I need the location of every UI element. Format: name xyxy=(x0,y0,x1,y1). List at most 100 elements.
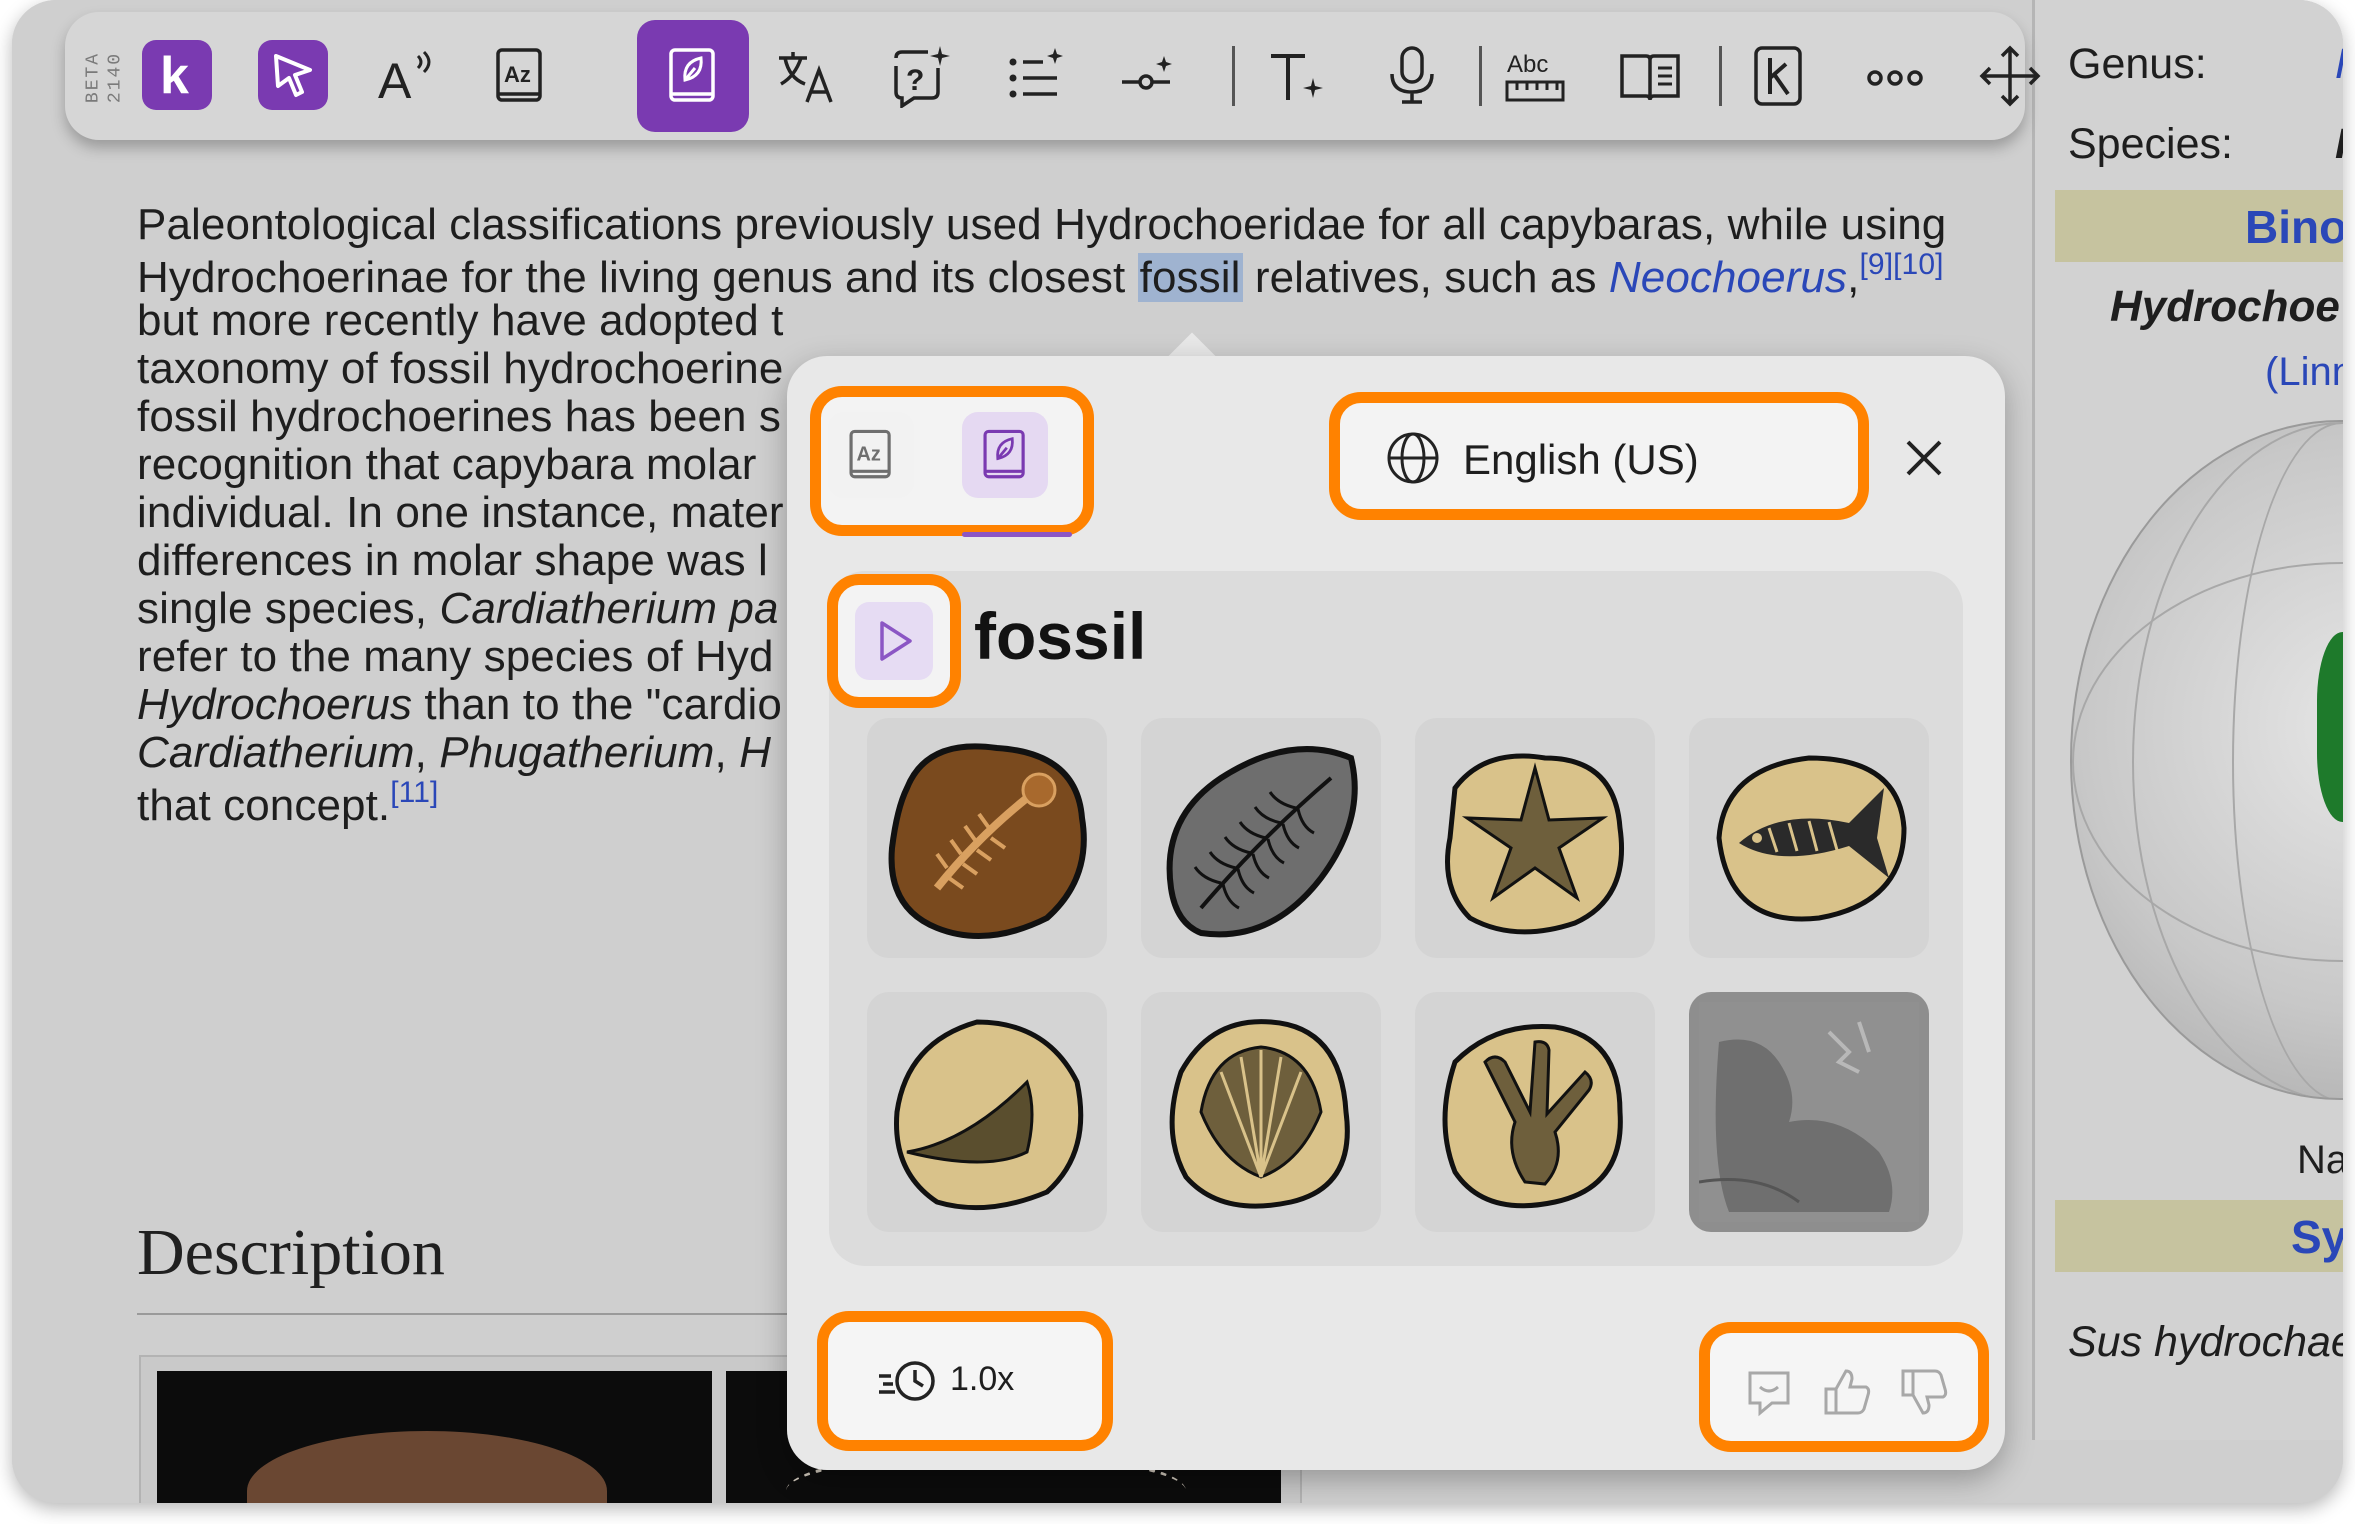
article-line: fossil hydrochoerines has been s xyxy=(137,392,781,442)
article-line: but more recently have adopted t xyxy=(137,296,784,346)
thumbs-up-icon[interactable] xyxy=(1820,1365,1874,1419)
binomial-band-label[interactable]: Bino xyxy=(2245,200,2343,254)
node-sparkle-icon[interactable] xyxy=(1110,36,1190,116)
svg-text:Az: Az xyxy=(857,443,881,465)
svg-text:A: A xyxy=(378,53,412,108)
picture-dictionary-icon[interactable] xyxy=(653,36,733,116)
list-sparkle-icon[interactable] xyxy=(995,36,1075,116)
read-aloud-icon[interactable]: A xyxy=(368,36,448,116)
capybara-photo[interactable] xyxy=(157,1371,712,1503)
k-book-icon[interactable] xyxy=(1738,36,1818,116)
k-logo-icon[interactable]: k xyxy=(142,40,212,110)
language-select[interactable]: English (US) xyxy=(1463,436,1699,484)
reading-toolbar: BETA 2140 k A Az ? Abc xyxy=(65,12,2041,140)
amphibian-fossil-image[interactable] xyxy=(867,718,1107,958)
translate-icon[interactable] xyxy=(765,36,845,116)
spelling-icon[interactable]: Abc xyxy=(1495,36,1575,116)
beta-badge: BETA 2140 xyxy=(83,51,125,104)
starfish-fossil-image[interactable] xyxy=(1415,718,1655,958)
tab-picture-dictionary[interactable] xyxy=(962,412,1048,498)
fish-fossil-image[interactable] xyxy=(1689,718,1929,958)
article-line: differences in molar shape was l xyxy=(137,536,768,586)
heading-divider xyxy=(137,1313,837,1315)
speech-rate-icon xyxy=(879,1361,935,1401)
dictionary-icon[interactable]: Az xyxy=(480,36,560,116)
article-line: refer to the many species of Hyd xyxy=(137,632,774,682)
text-run: recognition that capybara molar xyxy=(137,440,757,489)
text-run: that concept. xyxy=(137,781,391,830)
toolbar-divider xyxy=(1719,46,1722,106)
citation-link[interactable]: [9][10] xyxy=(1859,248,1943,281)
article-line: Paleontological classifications previous… xyxy=(137,200,1946,250)
more-dots-icon[interactable] xyxy=(1855,36,1935,116)
taxobox: Genus: H Species: H. Bino Hydrochoe (Lin… xyxy=(2032,0,2343,1440)
microphone-icon[interactable] xyxy=(1372,36,1452,116)
genus-value-link[interactable]: H xyxy=(2335,40,2343,89)
browser-window: Paleontological classifications previous… xyxy=(12,0,2343,1503)
question-sparkle-icon[interactable]: ? xyxy=(880,36,960,116)
speech-rate-value: 1.0x xyxy=(950,1360,1015,1398)
genus-label: Genus: xyxy=(2068,40,2207,88)
text-run: individual. In one instance, mater xyxy=(137,488,784,537)
dinosaur-skeleton-fossil-image[interactable] xyxy=(1689,992,1929,1232)
text-run: than to the "cardio xyxy=(412,680,782,729)
text-run: Hydrochoerus xyxy=(137,680,413,729)
svg-text:?: ? xyxy=(906,64,924,97)
book-reader-icon[interactable] xyxy=(1610,36,1690,116)
article-line: that concept.[11] xyxy=(137,776,438,831)
article-line: Cardiatherium, Phugatherium, H xyxy=(137,728,771,778)
synonym-text: Sus hydrochae xyxy=(2068,1318,2343,1366)
text-run: Hydrochoerinae for the living genus and … xyxy=(137,253,1138,302)
move-arrows-icon[interactable] xyxy=(1970,36,2050,116)
headword: fossil xyxy=(974,599,1147,673)
article-line: single species, Cardiatherium pa xyxy=(137,584,779,634)
binomial-name: Hydrochoe xyxy=(2110,282,2340,331)
comment-icon[interactable] xyxy=(1742,1365,1796,1419)
text-run: refer to the many species of Hyd xyxy=(137,632,774,681)
species-label: Species: xyxy=(2068,120,2233,168)
text-run: taxonomy of fossil hydrochoerine xyxy=(137,344,784,393)
article-line: taxonomy of fossil hydrochoerine xyxy=(137,344,783,394)
article-line: Hydrochoerus than to the "cardio xyxy=(137,680,782,730)
text-run: but more recently have adopted t xyxy=(137,296,784,345)
text-sparkle-icon[interactable] xyxy=(1257,36,1337,116)
footprint-fossil-image[interactable] xyxy=(1415,992,1655,1232)
text-run: Phugatherium xyxy=(439,728,715,777)
toolbar-divider xyxy=(1479,46,1482,106)
active-tab-indicator xyxy=(962,532,1072,537)
tooth-fossil-image[interactable] xyxy=(867,992,1107,1232)
close-button[interactable] xyxy=(1894,428,1954,488)
play-icon xyxy=(880,621,912,661)
text-run: H xyxy=(739,728,771,777)
article-line: individual. In one instance, mater xyxy=(137,488,784,538)
picture-dictionary-icon xyxy=(983,429,1025,479)
globe-icon xyxy=(1387,432,1439,484)
section-heading-description: Description xyxy=(137,1216,445,1289)
range-map[interactable] xyxy=(2070,420,2343,1100)
picture-dictionary-popup: Az English (US) fossil 1.0x xyxy=(787,356,2005,1470)
article-link[interactable]: Neochoerus xyxy=(1609,253,1847,302)
text-run: , xyxy=(1847,253,1860,302)
authority-link[interactable]: (Linn xyxy=(2265,350,2343,395)
tab-dictionary[interactable]: Az xyxy=(828,412,914,498)
fern-fossil-image[interactable] xyxy=(1141,718,1381,958)
article-line: recognition that capybara molar xyxy=(137,440,756,490)
wiki-page: Paleontological classifications previous… xyxy=(12,0,2343,1503)
text-run: , xyxy=(714,728,740,777)
text-run: Cardiatherium xyxy=(137,728,415,777)
synonyms-band-label[interactable]: Sy xyxy=(2291,1210,2343,1264)
dictionary-icon: Az xyxy=(849,429,891,479)
text-run: Paleontological classifications previous… xyxy=(137,200,1947,249)
toolbar-divider xyxy=(1232,46,1235,106)
text-run: single species, xyxy=(137,584,440,633)
cursor-select-icon[interactable] xyxy=(258,40,328,110)
play-pronunciation-button[interactable] xyxy=(855,602,933,680)
close-icon xyxy=(1906,440,1942,476)
shell-fossil-image[interactable] xyxy=(1141,992,1381,1232)
text-run: , xyxy=(414,728,440,777)
article-line: Hydrochoerinae for the living genus and … xyxy=(137,248,1944,303)
text-run: differences in molar shape was l xyxy=(137,536,768,585)
selected-word[interactable]: fossil xyxy=(1137,253,1243,302)
citation-link[interactable]: [11] xyxy=(390,776,438,809)
thumbs-down-icon[interactable] xyxy=(1897,1365,1951,1419)
